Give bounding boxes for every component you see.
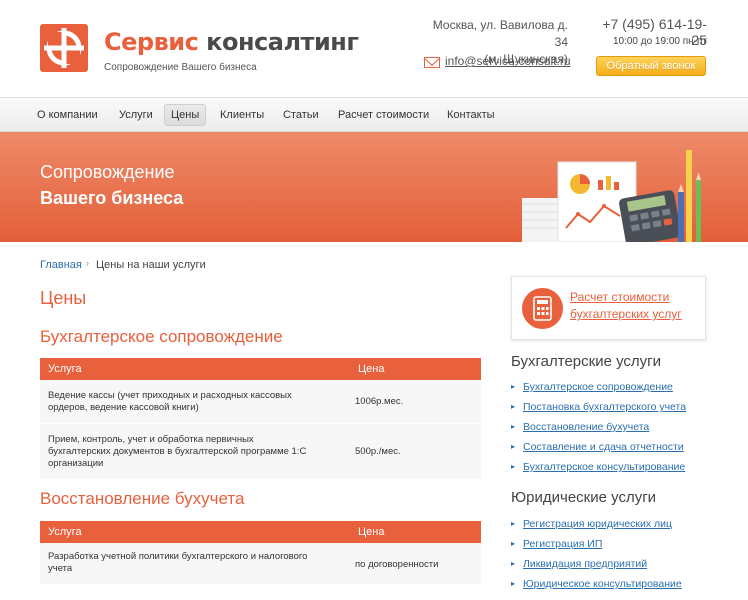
breadcrumb-home[interactable]: Главная (40, 259, 82, 271)
envelope-icon (424, 57, 440, 68)
sidebar-list-accounting: ▸ Бухгалтерское сопровождение ▸ Постановка… (511, 380, 686, 480)
logo-word-1: Сервис (104, 28, 199, 56)
calc-link-line-2: бухгалтерских услуг (570, 307, 682, 321)
calculator-icon (522, 288, 563, 329)
nav-item-services[interactable]: Услуги (113, 104, 159, 126)
service-text-line: ордеров, ведение кассовой книги) (48, 402, 199, 413)
sidebar-heading-legal: Юридические услуги (511, 489, 657, 506)
service-text-line: учета (48, 563, 73, 574)
price-table-accounting: Услуга Цена Ведение кассы (учет приходны… (40, 358, 481, 480)
page-title: Цены (40, 288, 87, 308)
nav-item-prices[interactable]: Цены (164, 104, 207, 126)
sidebar-link-accounting-setup[interactable]: Постановка бухгалтерского учета (523, 401, 686, 413)
sidebar-list-legal: ▸ Регистрация юридических лиц ▸ Регистраци… (511, 517, 682, 597)
bullet-icon: ▸ (511, 402, 516, 411)
col-header-service: Услуга (48, 363, 82, 375)
sidebar-link-legal-registration[interactable]: Регистрация юридических лиц (523, 518, 672, 530)
logo-title[interactable]: Сервис консалтинг (104, 28, 359, 56)
logo-icon[interactable] (40, 24, 88, 72)
callback-button[interactable]: Обратный звонок (596, 56, 706, 76)
bullet-icon: ▸ (511, 442, 516, 451)
section-title-restoration: Восстановление бухучета (40, 489, 245, 508)
breadcrumb-current: Цены на наши услуги (96, 259, 206, 271)
cost-calculator-link[interactable]: Расчет стоимости бухгалтерских услуг (570, 289, 700, 323)
bullet-icon: ▸ (511, 382, 516, 391)
service-text-line: Прием, контроль, учет и обработка первич… (48, 434, 254, 445)
list-item: ▸ Бухгалтерское консультирование (511, 460, 686, 480)
price-table-restoration: Услуга Цена Разработка учетной политики … (40, 521, 481, 585)
price-cell: 500р./мес. (355, 446, 401, 457)
banner-line-1: Сопровождение (40, 162, 175, 182)
table-header: Услуга Цена (40, 521, 481, 543)
col-header-price: Цена (358, 526, 385, 538)
sidebar-link-ip-registration[interactable]: Регистрация ИП (523, 538, 602, 550)
sidebar-link-liquidation[interactable]: Ликвидация предприятий (523, 558, 647, 570)
col-header-service: Услуга (48, 526, 82, 538)
sidebar-link-reporting[interactable]: Составление и сдача отчетности (523, 441, 684, 453)
sidebar-link-accounting-restore[interactable]: Восстановление бухучета (523, 421, 649, 433)
service-text-line: организации (48, 458, 104, 469)
section-title-accounting: Бухгалтерское сопровождение (40, 327, 283, 346)
list-item: ▸ Регистрация ИП (511, 537, 682, 557)
bullet-icon: ▸ (511, 539, 516, 548)
sidebar-link-accounting-support[interactable]: Бухгалтерское сопровождение (523, 381, 673, 393)
nav-item-contacts[interactable]: Контакты (441, 104, 501, 126)
table-row: Прием, контроль, учет и обработка первич… (40, 424, 481, 480)
main-nav: О компании Услуги Цены Клиенты Статьи Ра… (0, 97, 748, 132)
hero-banner: Сопровождение Вашего бизнеса (0, 132, 748, 242)
service-cell: Разработка учетной политики бухгалтерско… (48, 551, 333, 575)
table-header: Услуга Цена (40, 358, 481, 380)
sidebar-heading-accounting: Бухгалтерские услуги (511, 353, 662, 370)
service-text-line: Ведение кассы (учет приходных и расходны… (48, 390, 292, 401)
table-row: Ведение кассы (учет приходных и расходны… (40, 380, 481, 424)
list-item: ▸ Составление и сдача отчетности (511, 440, 686, 460)
list-item: ▸ Бухгалтерское сопровождение (511, 380, 686, 400)
list-item: ▸ Ликвидация предприятий (511, 557, 682, 577)
bullet-icon: ▸ (511, 519, 516, 528)
service-text-line: Разработка учетной политики бухгалтерско… (48, 551, 308, 562)
site-header: Сервис консалтинг Сопровождение Вашего б… (0, 0, 748, 97)
nav-item-about[interactable]: О компании (31, 104, 104, 126)
office-illustration-icon (522, 150, 701, 242)
sidebar-link-legal-consulting[interactable]: Юридическое консультирование (523, 578, 682, 590)
nav-item-clients[interactable]: Клиенты (214, 104, 270, 126)
list-item: ▸ Регистрация юридических лиц (511, 517, 682, 537)
col-header-price: Цена (358, 363, 385, 375)
breadcrumb-separator-icon: › (86, 258, 89, 268)
list-item: ▸ Юридическое консультирование (511, 577, 682, 597)
service-text-line: бухгалтерских документов в бухгалтерской… (48, 446, 307, 457)
list-item: ▸ Постановка бухгалтерского учета (511, 400, 686, 420)
nav-item-articles[interactable]: Статьи (277, 104, 325, 126)
price-cell: 1006р.мес. (355, 396, 404, 407)
nav-item-cost-calc[interactable]: Расчет стоимости (332, 104, 435, 126)
banner-line-2: Вашего бизнеса (40, 188, 184, 208)
bullet-icon: ▸ (511, 462, 516, 471)
logo-word-2: консалтинг (206, 28, 359, 56)
cost-calculator-card[interactable]: Расчет стоимости бухгалтерских услуг (511, 276, 706, 340)
sidebar-link-accounting-consulting[interactable]: Бухгалтерское консультирование (523, 461, 685, 473)
calc-link-line-1: Расчет стоимости (570, 290, 670, 304)
email-link[interactable]: info@service-consult.ru (445, 54, 571, 68)
bullet-icon: ▸ (511, 422, 516, 431)
price-cell: по договоренности (355, 559, 439, 570)
bullet-icon: ▸ (511, 579, 516, 588)
logo-tagline: Сопровождение Вашего бизнеса (104, 62, 257, 73)
service-cell: Прием, контроль, учет и обработка первич… (48, 434, 333, 470)
service-cell: Ведение кассы (учет приходных и расходны… (48, 390, 333, 414)
address-line-1: Москва, ул. Вавилова д. 34 (432, 18, 568, 49)
table-row: Разработка учетной политики бухгалтерско… (40, 543, 481, 585)
bullet-icon: ▸ (511, 559, 516, 568)
list-item: ▸ Восстановление бухучета (511, 420, 686, 440)
working-hours: 10:00 до 19:00 пн-пт (612, 36, 707, 47)
